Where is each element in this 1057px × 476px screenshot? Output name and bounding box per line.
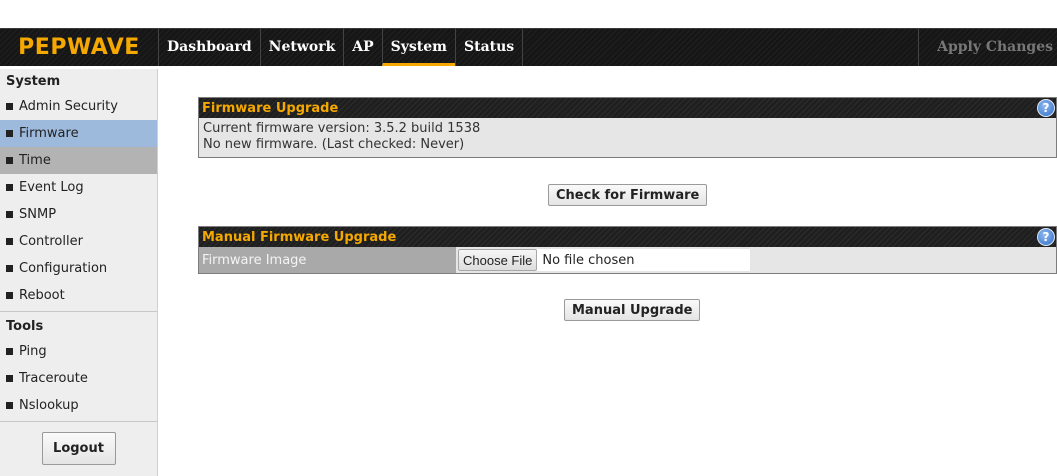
pepwave-logo[interactable]: PEPWAVE <box>0 28 158 66</box>
sidebar-item-reboot[interactable]: Reboot <box>0 282 157 309</box>
nav-dashboard[interactable]: Dashboard <box>158 28 260 66</box>
firmware-check-status: No new firmware. (Last checked: Never) <box>203 137 465 152</box>
manual-firmware-upgrade-panel: Manual Firmware Upgrade ? Firmware Image… <box>198 226 1057 274</box>
sidebar-item-label: Event Log <box>19 180 84 195</box>
square-bullet-icon <box>6 238 13 245</box>
sidebar-item-label: Ping <box>19 344 47 359</box>
firmware-upgrade-body: Current firmware version: 3.5.2 build 15… <box>199 118 1056 157</box>
sidebar-item-time[interactable]: Time <box>0 147 157 174</box>
choose-file-button[interactable]: Choose File <box>458 249 538 271</box>
square-bullet-icon <box>6 157 13 164</box>
nav-ap[interactable]: AP <box>343 28 381 66</box>
sidebar-divider <box>0 311 157 312</box>
manual-firmware-upgrade-header: Manual Firmware Upgrade ? <box>199 227 1056 247</box>
square-bullet-icon <box>6 348 13 355</box>
square-bullet-icon <box>6 184 13 191</box>
sidebar: System Admin Security Firmware Time Even… <box>0 69 158 476</box>
sidebar-item-firmware[interactable]: Firmware <box>0 120 157 147</box>
sidebar-item-snmp[interactable]: SNMP <box>0 201 157 228</box>
manual-upgrade-button[interactable]: Manual Upgrade <box>564 299 701 321</box>
square-bullet-icon <box>6 130 13 137</box>
sidebar-item-controller[interactable]: Controller <box>0 228 157 255</box>
square-bullet-icon <box>6 375 13 382</box>
sidebar-heading-system: System <box>6 73 61 89</box>
panel-title: Firmware Upgrade <box>202 100 339 116</box>
square-bullet-icon <box>6 265 13 272</box>
square-bullet-icon <box>6 211 13 218</box>
sidebar-item-nslookup[interactable]: Nslookup <box>0 392 157 419</box>
main-nav: Dashboard Network AP System Status <box>158 28 524 66</box>
sidebar-heading-tools: Tools <box>6 318 44 334</box>
sidebar-item-admin-security[interactable]: Admin Security <box>0 93 157 120</box>
sidebar-item-label: Nslookup <box>19 398 79 413</box>
nav-system[interactable]: System <box>381 28 455 66</box>
square-bullet-icon <box>6 103 13 110</box>
sidebar-item-label: SNMP <box>19 207 57 222</box>
sidebar-item-label: Firmware <box>19 126 79 141</box>
apply-changes-button[interactable]: Apply Changes <box>918 28 1057 66</box>
panel-title: Manual Firmware Upgrade <box>202 229 397 245</box>
top-bar: PEPWAVE Dashboard Network AP System Stat… <box>0 0 1057 66</box>
sidebar-item-label: Reboot <box>19 288 65 303</box>
firmware-upgrade-panel: Firmware Upgrade ? Current firmware vers… <box>198 97 1057 158</box>
firmware-image-label: Firmware Image <box>199 247 456 273</box>
sidebar-item-label: Time <box>19 153 51 168</box>
logout-button[interactable]: Logout <box>41 432 116 465</box>
logout-container: Logout <box>0 424 157 465</box>
help-icon[interactable]: ? <box>1037 99 1055 117</box>
sidebar-item-event-log[interactable]: Event Log <box>0 174 157 201</box>
sidebar-item-label: Admin Security <box>19 99 118 114</box>
file-chosen-status: No file chosen <box>542 252 635 268</box>
nav-network[interactable]: Network <box>259 28 344 66</box>
sidebar-item-label: Traceroute <box>19 371 88 386</box>
nav-status[interactable]: Status <box>455 28 524 66</box>
sidebar-item-ping[interactable]: Ping <box>0 338 157 365</box>
firmware-upgrade-header: Firmware Upgrade ? <box>199 98 1056 118</box>
square-bullet-icon <box>6 402 13 409</box>
sidebar-item-traceroute[interactable]: Traceroute <box>0 365 157 392</box>
sidebar-item-label: Controller <box>19 234 83 249</box>
firmware-image-row: Firmware Image Choose File No file chose… <box>199 247 1056 273</box>
sidebar-item-label: Configuration <box>19 261 108 276</box>
sidebar-divider <box>0 421 157 422</box>
square-bullet-icon <box>6 292 13 299</box>
check-for-firmware-button[interactable]: Check for Firmware <box>548 184 708 206</box>
firmware-image-value: Choose File No file chosen <box>456 247 1056 273</box>
help-icon[interactable]: ? <box>1037 228 1055 246</box>
sidebar-item-configuration[interactable]: Configuration <box>0 255 157 282</box>
file-input[interactable]: Choose File No file chosen <box>458 249 750 271</box>
current-firmware-version: Current firmware version: 3.5.2 build 15… <box>203 121 481 136</box>
